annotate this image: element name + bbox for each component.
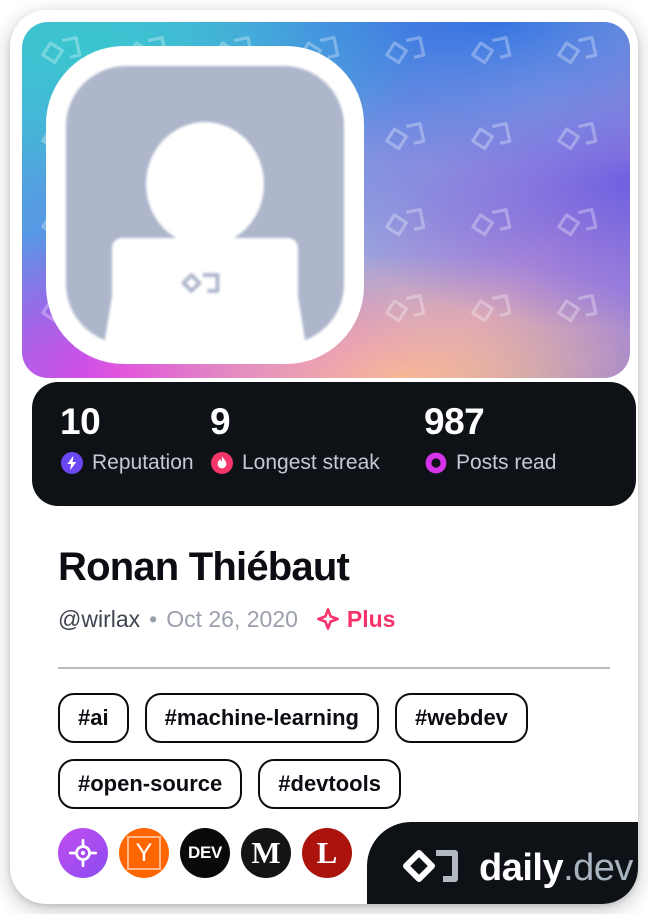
medium-glyph: M [251,835,281,870]
stat-reputation-label: Reputation [92,451,194,474]
stat-posts-read-label: Posts read [456,451,557,474]
lobsters-glyph: L [316,835,338,870]
streak-flame-icon [211,452,233,474]
plus-badge: Plus [316,604,396,634]
section-divider [58,667,610,669]
profile-subline: @wirlax • Oct 26, 2020 Plus [58,604,395,634]
cover-image [22,22,630,378]
tag-item[interactable]: #webdev [394,693,528,743]
daily-dev-source-icon[interactable] [58,828,108,878]
ycombinator-glyph: Y [127,836,161,870]
crosshair-icon [68,838,98,868]
stat-longest-streak-label: Longest streak [242,451,380,474]
devto-glyph: DEV [187,843,223,862]
dev-card: 10 Reputation 9 Longest streak 987 Posts… [10,10,638,904]
daily-dev-brand-badge: daily.dev [367,822,638,904]
avatar [46,46,364,364]
stat-posts-read-label-row: Posts read [424,450,636,476]
ycombinator-source-icon[interactable]: Y [119,828,169,878]
stat-posts-read: 987 Posts read [424,400,636,506]
subline-separator: • [149,606,158,632]
plus-badge-label: Plus [346,606,396,632]
stat-longest-streak: 9 Longest streak [210,400,424,506]
profile-handle: @wirlax [58,606,141,632]
brand-suffix: .dev [563,847,633,889]
lobsters-source-icon[interactable]: L [302,828,352,878]
stat-reputation-label-row: Reputation [60,450,210,476]
tag-item[interactable]: #open-source [58,759,243,809]
stat-reputation-value: 10 [60,401,101,442]
source-list: Y DEV M L [58,828,352,878]
tag-item[interactable]: #machine-learning [144,693,379,743]
avatar-placeholder-image [66,66,344,344]
profile-joined-date: Oct 26, 2020 [166,606,298,632]
tag-item[interactable]: #devtools [258,759,401,809]
medium-source-icon[interactable]: M [241,828,291,878]
avatar-chest-logo-icon [181,273,220,293]
posts-read-eye-icon [425,452,447,474]
tag-list: #ai #machine-learning #webdev #open-sour… [58,693,618,809]
stat-posts-read-value: 987 [424,401,485,442]
stats-bar: 10 Reputation 9 Longest streak 987 Posts… [32,382,636,506]
brand-wordmark: daily.dev [479,848,633,888]
stat-reputation: 10 Reputation [32,400,210,506]
tag-item[interactable]: #ai [58,693,129,743]
avatar-head-shape [146,121,264,246]
devto-source-icon[interactable]: DEV [180,828,230,878]
stat-longest-streak-value: 9 [210,401,231,442]
profile-name: Ronan Thiébaut [58,545,350,589]
reputation-bolt-icon [61,452,83,474]
brand-name: daily [479,847,564,889]
stat-longest-streak-label-row: Longest streak [210,450,424,476]
plus-sparkle-icon [317,608,339,630]
daily-dev-logo-icon [403,850,458,882]
